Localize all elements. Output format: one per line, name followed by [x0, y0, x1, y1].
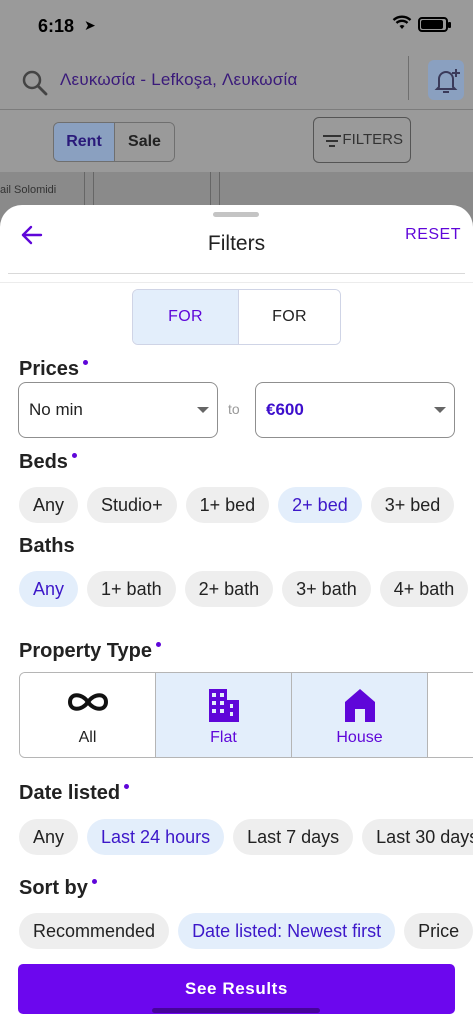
- background-filters-button: FILTERS: [313, 117, 411, 163]
- property-type-house-label: House: [336, 729, 383, 746]
- divider: [408, 56, 409, 100]
- battery-icon: [418, 17, 451, 32]
- baths-chip-2[interactable]: 2+ bath: [184, 571, 274, 607]
- baths-chip-1[interactable]: 1+ bath: [87, 571, 176, 607]
- background-sale-tab: Sale: [114, 123, 174, 161]
- sheet-grabber[interactable]: [213, 212, 259, 217]
- chevron-down-icon: [197, 407, 209, 413]
- divider: [8, 273, 465, 274]
- property-type-house[interactable]: House: [292, 673, 428, 757]
- rent-sale-switch: FOR RENT FOR SALE: [132, 289, 341, 345]
- sheet-title: Filters: [207, 232, 266, 255]
- property-type-all[interactable]: All: [20, 673, 156, 757]
- required-dot: [156, 642, 161, 647]
- beds-chip-1[interactable]: 1+ bed: [185, 487, 270, 523]
- rent-sale-toggle: Rent Sale: [53, 122, 175, 162]
- property-type-flat[interactable]: Flat: [156, 673, 292, 757]
- for-rent-button[interactable]: FOR RENT: [133, 290, 238, 344]
- sort-chip-recommended[interactable]: Recommended: [19, 913, 170, 949]
- sort-chip-newest[interactable]: Date listed: Newest first: [178, 913, 396, 949]
- building-icon: [208, 689, 239, 722]
- map-street-label: ail Solomidi: [0, 184, 57, 196]
- sort-by-options: Recommended Date listed: Newest first Pr…: [19, 913, 473, 949]
- home-indicator: [152, 1008, 320, 1013]
- date-chip-24h[interactable]: Last 24 hours: [87, 819, 225, 855]
- date-listed-heading: Date listed: [19, 782, 130, 805]
- baths-chip-3[interactable]: 3+ bath: [282, 571, 371, 607]
- sort-by-heading: Sort by: [19, 877, 97, 900]
- baths-label: Baths: [19, 535, 75, 557]
- infinity-icon: [67, 693, 108, 711]
- status-time: 6:18: [38, 16, 75, 36]
- required-dot: [124, 784, 130, 789]
- reset-button[interactable]: RESET: [405, 226, 461, 244]
- filters-sheet: Filters RESET FOR RENT FOR SALE Prices N…: [0, 205, 473, 1024]
- sort-chip-price[interactable]: Price: [404, 913, 473, 949]
- min-price-select[interactable]: No min: [18, 382, 218, 438]
- beds-chip-2[interactable]: 2+ bed: [278, 487, 362, 523]
- baths-chip-any[interactable]: Any: [19, 571, 79, 607]
- background-toolbar: Rent Sale FILTERS: [0, 110, 473, 172]
- beds-options: Any Studio+ 1+ bed 2+ bed 3+ bed: [19, 487, 455, 523]
- background-search-bar: Λευκωσία - Lefkoşa, Λευκωσία: [0, 52, 473, 110]
- beds-label: Beds: [19, 451, 68, 473]
- property-type-options: All Flat House: [19, 672, 473, 758]
- beds-heading: Beds: [19, 451, 77, 474]
- beds-chip-studio[interactable]: Studio+: [87, 487, 177, 523]
- max-price-value: €600: [266, 400, 304, 419]
- required-dot: [91, 879, 97, 884]
- status-bar: 6:18 ➤: [0, 0, 473, 52]
- property-type-heading: Property Type: [19, 640, 161, 663]
- required-dot: [71, 453, 77, 458]
- filter-icon: [323, 135, 341, 147]
- sort-by-label: Sort by: [19, 877, 88, 899]
- price-range-separator: to: [228, 401, 240, 417]
- property-type-flat-label: Flat: [210, 729, 237, 746]
- baths-heading: Baths: [19, 535, 75, 558]
- baths-chip-4[interactable]: 4+ bath: [379, 571, 469, 607]
- date-chip-30d[interactable]: Last 30 days: [362, 819, 473, 855]
- date-chip-any[interactable]: Any: [19, 819, 79, 855]
- property-type-all-label: All: [78, 729, 97, 746]
- location-arrow-icon: ➤: [84, 17, 96, 33]
- background-rent-tab: Rent: [54, 123, 114, 161]
- chevron-down-icon: [434, 407, 446, 413]
- required-dot: [83, 360, 89, 365]
- prices-label: Prices: [19, 358, 80, 380]
- date-listed-options: Any Last 24 hours Last 7 days Last 30 da…: [19, 819, 473, 855]
- wifi-icon: [392, 15, 412, 29]
- background-filters-label: FILTERS: [342, 131, 403, 148]
- prices-heading: Prices: [19, 358, 89, 381]
- max-price-select[interactable]: €600: [255, 382, 455, 438]
- beds-chip-3[interactable]: 3+ bed: [370, 487, 455, 523]
- house-icon: [344, 689, 375, 722]
- add-alert-bell-icon: [428, 60, 464, 100]
- baths-options: Any 1+ bath 2+ bath 3+ bath 4+ bath: [19, 571, 469, 607]
- beds-chip-any[interactable]: Any: [19, 487, 79, 523]
- date-chip-7d[interactable]: Last 7 days: [233, 819, 354, 855]
- date-listed-label: Date listed: [19, 782, 121, 804]
- min-price-value: No min: [29, 400, 83, 419]
- for-sale-button[interactable]: FOR SALE: [238, 290, 340, 344]
- divider: [0, 282, 473, 283]
- search-icon: [22, 70, 48, 96]
- background-search-query: Λευκωσία - Lefkoşa, Λευκωσία: [60, 70, 298, 89]
- property-type-more[interactable]: [428, 673, 473, 757]
- see-results-button[interactable]: See Results: [18, 964, 455, 1014]
- property-type-label: Property Type: [19, 640, 152, 662]
